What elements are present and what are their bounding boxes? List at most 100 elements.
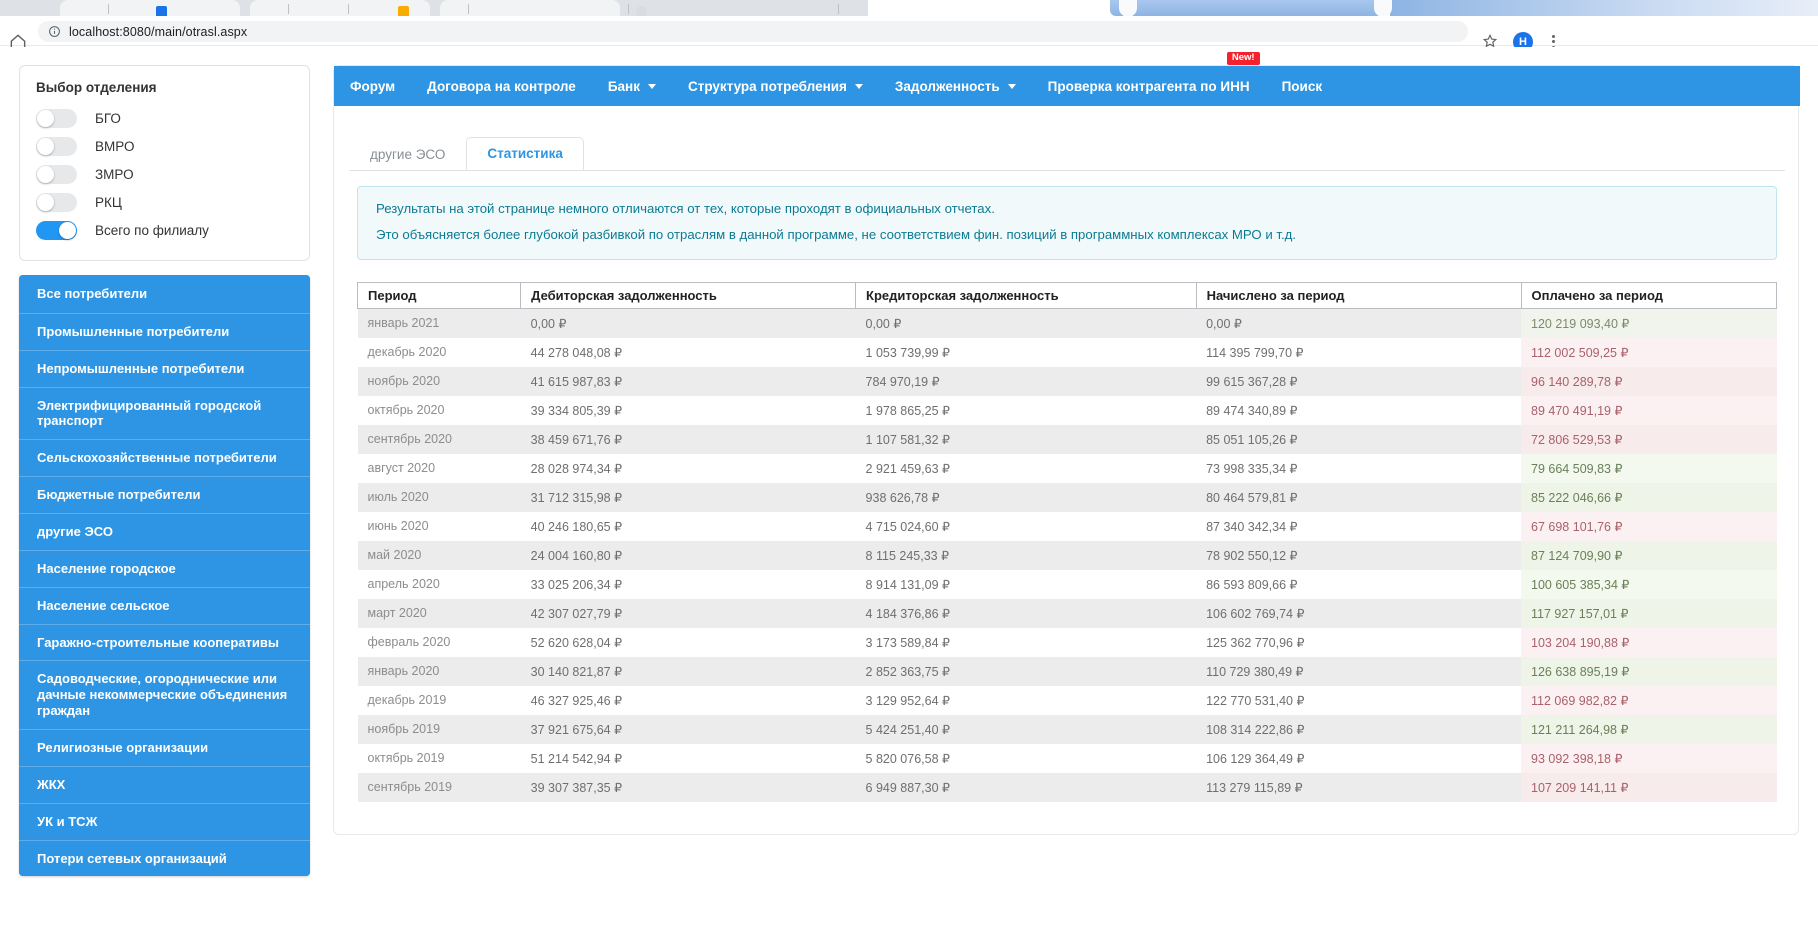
category-nav-item[interactable]: Бюджетные потребители	[19, 477, 310, 515]
branch-toggle-row[interactable]: Всего по филиалу	[36, 216, 293, 244]
category-nav-item[interactable]: Все потребители	[19, 275, 310, 314]
category-nav-item[interactable]: Непромышленные потребители	[19, 350, 310, 388]
category-nav-list: Все потребители Промышленные потребители Н…	[19, 275, 310, 877]
branch-toggle-switch[interactable]	[36, 192, 77, 212]
table-cell-credit: 5 424 251,40 ₽	[855, 714, 1197, 744]
table-cell-accrued: 89 474 340,89 ₽	[1196, 395, 1522, 425]
table-column-header: Начислено за период	[1195, 281, 1522, 309]
category-nav-item[interactable]: другие ЭСО	[19, 514, 310, 551]
page-content: Выбор отделения БГО ВМРО ЗМРО РКЦ Всего по ф…	[0, 47, 1818, 944]
navbar-item[interactable]: Проверка контрагента по ИНН New!	[1032, 52, 1266, 106]
table-cell-period: январь 2021	[357, 308, 521, 338]
branch-toggle-switch[interactable]	[36, 164, 77, 184]
table-cell-accrued: 108 314 222,86 ₽	[1196, 714, 1522, 744]
branch-toggle-row[interactable]: БГО	[36, 104, 293, 132]
navbar-item[interactable]: Договора на контроле	[411, 66, 592, 106]
navbar-item[interactable]: Форум	[334, 66, 411, 106]
table-cell-period: июль 2020	[357, 482, 521, 512]
table-cell-credit: 2 852 363,75 ₽	[855, 656, 1197, 686]
navbar-item[interactable]: Задолженность	[879, 66, 1032, 106]
statistics-table: Период Дебиторская задолженность Кредиторс…	[356, 281, 1778, 802]
category-nav-item[interactable]: Электрифицированный городской транспорт	[19, 387, 310, 441]
left-sidebar: Выбор отделения БГО ВМРО ЗМРО РКЦ Всего по ф…	[19, 65, 310, 877]
navbar-item[interactable]: Структура потребления	[672, 66, 879, 106]
table-cell-credit: 4 184 376,86 ₽	[855, 598, 1197, 628]
table-cell-accrued: 86 593 809,66 ₽	[1196, 569, 1522, 599]
branch-toggle-row[interactable]: ВМРО	[36, 132, 293, 160]
category-nav-item[interactable]: Религиозные организации	[19, 730, 310, 767]
table-cell-period: май 2020	[357, 540, 521, 570]
table-cell-debit: 39 334 805,39 ₽	[520, 395, 856, 425]
branch-toggle-list: БГО ВМРО ЗМРО РКЦ Всего по филиалу	[36, 104, 293, 244]
branch-toggle-row[interactable]: РКЦ	[36, 188, 293, 216]
navbar-item-label: Проверка контрагента по ИНН	[1047, 78, 1250, 94]
table-cell-debit: 28 028 974,34 ₽	[520, 453, 856, 483]
tab-divider	[348, 4, 349, 14]
table-cell-debit: 40 246 180,65 ₽	[520, 511, 856, 541]
table-column-header: Кредиторская задолженность	[855, 281, 1197, 309]
table-cell-accrued: 110 729 380,49 ₽	[1196, 656, 1522, 686]
table-row: июль 2020 31 712 315,98 ₽938 626,78 ₽80 4…	[357, 482, 1777, 512]
branch-toggle-switch[interactable]	[36, 220, 77, 240]
info-circle-icon[interactable]	[48, 25, 61, 38]
table-cell-period: декабрь 2020	[357, 337, 521, 367]
table-cell-paid: 100 605 385,34 ₽	[1521, 569, 1777, 599]
category-nav-item[interactable]: Гаражно-строительные кооперативы	[19, 624, 310, 662]
table-cell-period: октябрь 2020	[357, 395, 521, 425]
category-nav-item[interactable]: Садоводческие, огороднические или дачные…	[19, 661, 310, 731]
tab-statistics[interactable]: Статистика	[466, 137, 584, 171]
table-cell-credit: 2 921 459,63 ₽	[855, 453, 1197, 483]
table-cell-credit: 1 053 739,99 ₽	[855, 337, 1197, 367]
category-nav-item[interactable]: Сельскохозяйственные потребители	[19, 440, 310, 478]
table-cell-debit: 37 921 675,64 ₽	[520, 714, 856, 744]
branch-selector-title: Выбор отделения	[36, 80, 157, 95]
toggle-knob	[37, 137, 54, 155]
tab-bar: другие ЭСО Статистика	[349, 137, 1785, 171]
category-nav-item[interactable]: УК и ТСЖ	[19, 803, 310, 841]
table-row: декабрь 2020 44 278 048,08 ₽1 053 739,99 …	[357, 337, 1777, 367]
new-badge: New!	[1226, 52, 1260, 66]
branch-toggle-switch[interactable]	[36, 108, 77, 128]
table-cell-paid: 121 211 264,98 ₽	[1521, 714, 1777, 744]
main-panel: Форум Договора на контроле Банк Структура п…	[333, 52, 1800, 835]
table-cell-accrued: 80 464 579,81 ₽	[1196, 482, 1522, 512]
address-bar[interactable]: localhost:8080/main/otrasl.aspx	[38, 21, 1468, 42]
navbar-item-label: Структура потребления	[687, 78, 847, 94]
table-cell-accrued: 87 340 342,34 ₽	[1196, 511, 1522, 541]
navbar-item[interactable]: Поиск	[1266, 66, 1339, 106]
table-cell-accrued: 122 770 531,40 ₽	[1196, 685, 1522, 715]
table-column-header: Дебиторская задолженность	[520, 281, 857, 309]
table-cell-debit: 41 615 987,83 ₽	[520, 366, 856, 396]
category-nav-item[interactable]: ЖКХ	[19, 766, 310, 804]
notice-line-1: Результаты на этой странице немного отли…	[376, 201, 995, 216]
table-cell-period: октябрь 2019	[357, 743, 521, 773]
category-nav-item[interactable]: Промышленные потребители	[19, 313, 310, 351]
browser-tab[interactable]	[440, 0, 620, 16]
tab-other-eso[interactable]: другие ЭСО	[349, 138, 466, 171]
table-cell-accrued: 113 279 115,89 ₽	[1196, 772, 1522, 802]
table-cell-period: март 2020	[357, 598, 521, 628]
profile-overlay	[1110, 0, 1390, 16]
toggle-knob	[37, 109, 54, 127]
category-nav-item[interactable]: Потери сетевых организаций	[19, 840, 310, 877]
toggle-knob	[59, 221, 76, 239]
table-cell-period: сентябрь 2019	[357, 772, 521, 802]
chevron-down-icon	[1007, 83, 1016, 89]
table-cell-period: февраль 2020	[357, 627, 521, 657]
table-cell-debit: 0,00 ₽	[520, 308, 856, 338]
table-header-row: Период Дебиторская задолженность Кредиторс…	[356, 281, 1778, 309]
table-cell-paid: 89 470 491,19 ₽	[1521, 395, 1777, 425]
branch-toggle-switch[interactable]	[36, 136, 77, 156]
table-cell-credit: 0,00 ₽	[855, 308, 1197, 338]
branch-toggle-row[interactable]: ЗМРО	[36, 160, 293, 188]
category-nav-item[interactable]: Население сельское	[19, 587, 310, 625]
chevron-down-icon	[647, 83, 656, 89]
category-nav-item[interactable]: Население городское	[19, 550, 310, 588]
browser-tab[interactable]	[60, 0, 240, 16]
table-cell-debit: 39 307 387,35 ₽	[520, 772, 856, 802]
table-row: сентябрь 2020 38 459 671,76 ₽1 107 581,32…	[357, 424, 1777, 454]
table-cell-credit: 938 626,78 ₽	[855, 482, 1197, 512]
navbar-item[interactable]: Банк	[592, 66, 672, 106]
table-cell-accrued: 125 362 770,96 ₽	[1196, 627, 1522, 657]
table-body: январь 2021 0,00 ₽0,00 ₽0,00 ₽120 219 093…	[357, 308, 1777, 802]
